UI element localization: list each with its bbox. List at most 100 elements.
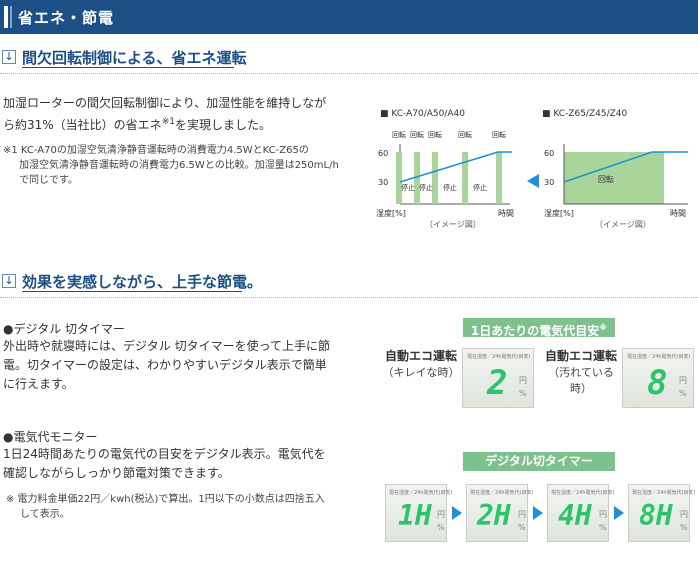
stop-label: 停止 xyxy=(473,183,487,192)
eco-dirty-label: 自動エコ運転 （汚れている時） xyxy=(540,348,622,396)
unit-yen: 円 xyxy=(599,510,607,519)
cost-display-dirty: 現在湿度／24h電気代(目安) 8 円 % xyxy=(622,348,694,408)
lcd-caption: 現在湿度／24h電気代(目安) xyxy=(627,354,691,360)
rotation-label: 回転 xyxy=(598,175,614,184)
chart-caption: （イメージ図） xyxy=(595,220,651,229)
cost-panel-title: 1日あたりの電気代目安※ xyxy=(463,318,615,338)
header-accent-stripe xyxy=(4,6,8,28)
comparison-arrow-icon xyxy=(527,174,539,188)
y-axis-label: 湿度[%] xyxy=(376,208,406,218)
y-tick-30: 30 xyxy=(378,178,388,187)
footnote-line: ※ 電力料金単価22円／kwh(税込)で算出。1円以下の小数点は四捨五入 xyxy=(6,494,325,505)
timer-value-digit: 1H xyxy=(398,499,432,532)
arrow-right-icon xyxy=(452,506,462,520)
unit-percent: % xyxy=(599,523,607,532)
intermittent-rotation-chart: ■ KC-A70/A50/A40 回転 回転 回転 回転 回転 停止 停止 停止… xyxy=(376,109,514,229)
rotation-label: 回転 xyxy=(392,131,406,139)
arrow-right-icon xyxy=(614,506,624,520)
heading-underline xyxy=(22,291,242,292)
chart-caption: （イメージ図） xyxy=(425,220,481,229)
rotation-labels: 回転 回転 回転 回転 回転 xyxy=(392,131,506,139)
rotation-label: 回転 xyxy=(492,131,506,139)
section-heading-power-saving: ↓ 効果を実感しながら、上手な節電。 xyxy=(0,271,698,297)
section-divider xyxy=(0,297,698,298)
stop-label: 停止 xyxy=(401,183,415,192)
lcd-caption: 現在湿度／24h電気代(目安) xyxy=(470,490,534,496)
unit-percent: % xyxy=(437,523,445,532)
timer-value-digit: 8H xyxy=(639,499,673,532)
section-heading-text: 間欠回転制御による、省エネ運転 xyxy=(22,49,247,67)
continuous-rotation-chart: ■ KC-Z65/Z45/Z40 回転 60 30 湿度[%] 時間 （イメージ… xyxy=(542,109,688,229)
cost-value-digit: 8 xyxy=(647,363,668,403)
stop-labels: 停止 停止 停止 停止 xyxy=(401,183,487,192)
rotation-bar xyxy=(432,152,438,204)
unit-yen: 円 xyxy=(437,510,445,519)
timer-value-digit: 2H xyxy=(477,499,511,532)
timer-display-1h: 現在湿度／24h電気代(目安) 1H 円 % xyxy=(385,484,452,542)
y-axis-label: 湿度[%] xyxy=(544,208,574,218)
timer-panel-title: デジタル切タイマー xyxy=(463,452,615,471)
section-heading-text: 効果を実感しながら、上手な節電。 xyxy=(22,273,263,291)
x-axis-label: 時間 xyxy=(498,209,514,218)
unit-yen: 円 xyxy=(679,376,687,385)
cost-value-digit: 2 xyxy=(487,363,508,403)
rotation-bar xyxy=(396,152,402,204)
body-line: ら約31%（当社比）の省エネ※1を実現しました。 xyxy=(3,113,363,135)
rotation-label: 回転 xyxy=(458,131,472,139)
monitor-heading: ●電気代モニター xyxy=(3,430,98,444)
lcd-caption: 現在湿度／24h電気代(目安) xyxy=(389,490,453,496)
timer-heading: ●デジタル 切タイマー xyxy=(3,322,126,336)
eco-clean-label: 自動エコ運転 （キレイな時） xyxy=(380,348,462,380)
eco-mode-label: 自動エコ運転 xyxy=(384,349,457,363)
unit-percent: % xyxy=(679,389,687,398)
timer-display-4h: 現在湿度／24h電気代(目安) 4H 円 % xyxy=(547,484,614,542)
stop-label: 停止 xyxy=(443,183,457,192)
rotation-area xyxy=(564,152,664,204)
cost-panel-title-text: 1日あたりの電気代目安 xyxy=(470,324,600,338)
arrow-down-icon: ↓ xyxy=(2,274,16,288)
eco-mode-sub: （汚れている時） xyxy=(548,366,614,395)
arrow-right-icon xyxy=(533,506,543,520)
body-line: 電。切タイマーの設定は、わかりやすいデジタル表示で簡単 xyxy=(3,358,327,372)
heading-underline xyxy=(22,67,234,68)
section1-body: 加湿ローターの間欠回転制御により、加湿性能を維持しなが ら約31%（当社比）の省… xyxy=(3,94,363,135)
lcd-caption: 現在湿度／24h電気代(目安) xyxy=(632,490,696,496)
body-text-span: ら約31%（当社比）の省エネ xyxy=(3,118,162,132)
eco-mode-label: 自動エコ運転 xyxy=(544,349,617,363)
rotation-bar xyxy=(462,152,468,204)
footnote-mark: ※1 xyxy=(161,117,175,127)
rotation-bar xyxy=(496,152,502,204)
body-line: 1日24時間あたりの電気代の目安をデジタル表示。電気代を xyxy=(3,447,326,461)
timer-display-8h: 現在湿度／24h電気代(目安) 8H 円 % xyxy=(628,484,695,542)
lcd-caption: 現在湿度／24h電気代(目安) xyxy=(551,490,615,496)
footnote-line: して表示。 xyxy=(20,509,70,520)
y-tick-60: 60 xyxy=(378,149,388,158)
monitor-description: ●電気代モニター 1日24時間あたりの電気代の目安をデジタル表示。電気代を 確認… xyxy=(3,428,363,483)
x-axis-label: 時間 xyxy=(670,209,686,218)
stop-label: 停止 xyxy=(419,183,433,192)
unit-yen: 円 xyxy=(519,376,527,385)
unit-yen: 円 xyxy=(680,510,688,519)
cost-display-clean: 現在湿度／24h電気代(目安) 2 円 % xyxy=(462,348,534,408)
footnote-line: で同じです。 xyxy=(19,175,78,186)
section1-footnote: ※1 KC-A70の加湿空気清浄静音運転時の消費電力4.5WとKC-Z65の 加… xyxy=(3,143,353,188)
body-line: 外出時や就寝時には、デジタル 切タイマーを使って上手に節 xyxy=(3,339,330,353)
page-title: 省エネ・節電 xyxy=(18,9,115,27)
unit-percent: % xyxy=(680,523,688,532)
rotation-label: 回転 xyxy=(428,131,442,139)
chart-model-label: ■ KC-Z65/Z45/Z40 xyxy=(542,109,627,119)
timer-description: ●デジタル 切タイマー 外出時や就寝時には、デジタル 切タイマーを使って上手に節… xyxy=(3,320,363,394)
timer-display-2h: 現在湿度／24h電気代(目安) 2H 円 % xyxy=(466,484,533,542)
footnote-line: ※1 KC-A70の加湿空気清浄静音運転時の消費電力4.5WとKC-Z65の xyxy=(3,145,309,156)
y-tick-60: 60 xyxy=(544,149,554,158)
section-divider xyxy=(0,73,698,74)
monitor-footnote: ※ 電力料金単価22円／kwh(税込)で算出。1円以下の小数点は四捨五入 して表… xyxy=(6,492,356,522)
body-line: 加湿ローターの間欠回転制御により、加湿性能を維持しなが xyxy=(3,96,327,110)
unit-percent: % xyxy=(519,389,527,398)
footnote-mark: ※ xyxy=(599,323,608,332)
header-accent-stripe-light xyxy=(10,6,12,28)
rotation-label: 回転 xyxy=(410,131,424,139)
body-line: 確認しながらしっかり節電対策できます。 xyxy=(3,466,230,480)
page-header-bar: 省エネ・節電 xyxy=(0,0,698,34)
eco-mode-sub: （キレイな時） xyxy=(382,366,460,379)
